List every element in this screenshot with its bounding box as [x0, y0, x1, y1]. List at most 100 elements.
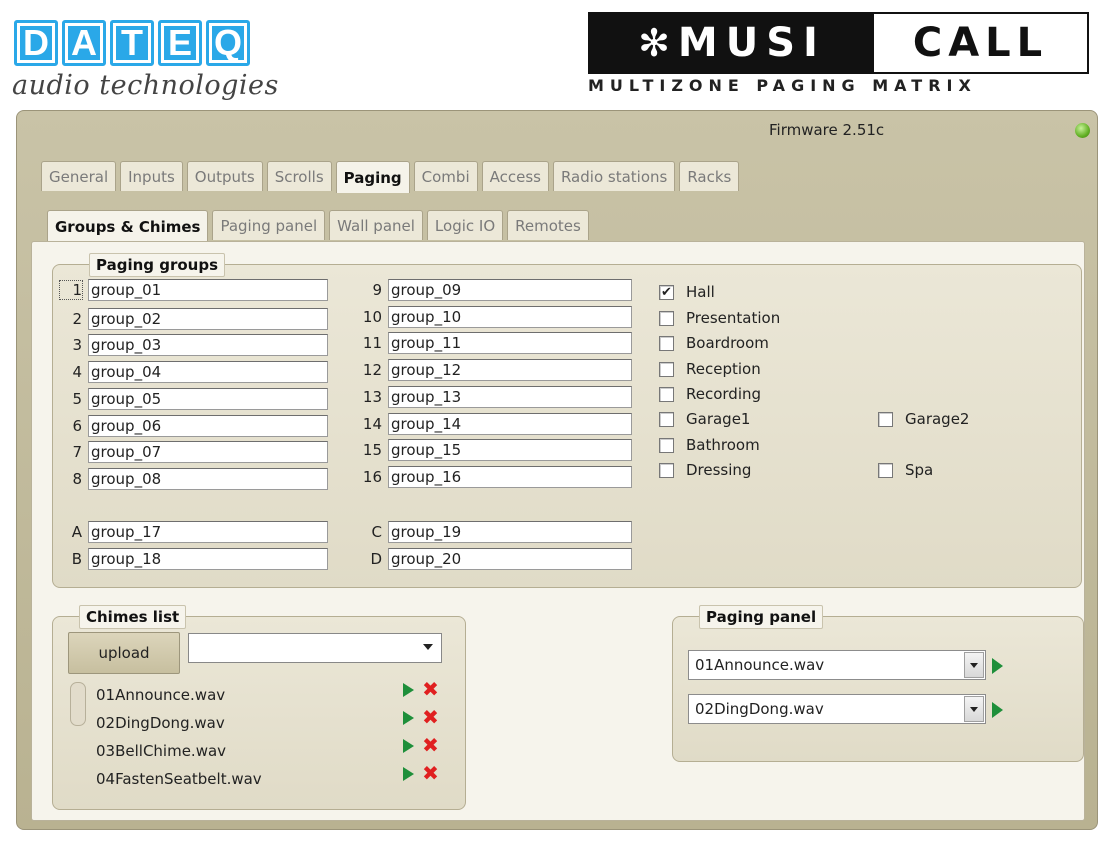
play-icon[interactable]	[403, 767, 414, 781]
firmware-version: Firmware 2.51c	[769, 121, 885, 139]
zone-checkbox-garage2[interactable]: Garage2	[878, 407, 969, 431]
chime-item[interactable]: 01Announce.wav	[96, 683, 225, 707]
group-name-input[interactable]	[88, 361, 328, 383]
group-index: 10	[362, 308, 382, 326]
group-name-input[interactable]	[388, 332, 632, 354]
paging-groups-legend: Paging groups	[89, 253, 226, 277]
zone-checkbox-presentation[interactable]: Presentation	[659, 306, 780, 330]
paging-panel-chime-select[interactable]: 01Announce.wav	[688, 650, 986, 680]
checkbox[interactable]	[659, 335, 674, 351]
group-name-input[interactable]	[88, 388, 328, 410]
group-index: C	[371, 523, 382, 541]
checkbox[interactable]	[659, 361, 674, 377]
checkbox[interactable]	[659, 386, 674, 402]
group-row: 16	[356, 465, 632, 489]
chime-item[interactable]: 03BellChime.wav	[96, 739, 226, 763]
play-icon[interactable]	[403, 683, 414, 697]
zone-checkbox-hall[interactable]: ✔ Hall	[659, 280, 715, 304]
chime-item[interactable]: 02DingDong.wav	[96, 711, 225, 735]
subtab-logic-io[interactable]: Logic IO	[426, 210, 504, 240]
group-name-input[interactable]	[88, 334, 328, 356]
play-icon[interactable]	[403, 711, 414, 725]
group-name-input[interactable]	[388, 386, 632, 408]
chevron-down-icon[interactable]	[964, 652, 984, 678]
group-row: 7	[60, 440, 328, 464]
brand-subtitle: audio technologies	[12, 70, 279, 101]
zone-checkbox-recording[interactable]: Recording	[659, 382, 761, 406]
zone-label: Hall	[686, 283, 715, 301]
chimes-scrollbar[interactable]	[70, 682, 86, 726]
zone-label: Recording	[686, 385, 762, 403]
checkbox[interactable]	[659, 437, 674, 453]
zone-checkbox-dressing[interactable]: Dressing	[659, 458, 751, 482]
dateq-logo: D A T E Q	[14, 20, 250, 66]
group-name-input[interactable]	[388, 306, 632, 328]
subtab-groups-chimes[interactable]: Groups & Chimes	[47, 210, 209, 242]
zone-checkbox-spa[interactable]: Spa	[878, 458, 933, 482]
main-tabbar: General Inputs Outputs Scrolls Paging Co…	[41, 161, 740, 193]
subtab-paging-panel[interactable]: Paging panel	[212, 210, 326, 240]
group-name-input[interactable]	[388, 413, 632, 435]
tab-paging[interactable]: Paging	[335, 161, 410, 193]
group-row: 14	[356, 412, 632, 436]
group-name-input[interactable]	[88, 441, 328, 463]
logo-letter: D	[14, 20, 58, 66]
group-name-input[interactable]	[388, 521, 632, 543]
group-row: 6	[60, 414, 328, 438]
tab-racks[interactable]: Racks	[679, 161, 740, 191]
play-icon[interactable]	[403, 739, 414, 753]
delete-icon[interactable]: ✖	[422, 679, 439, 699]
delete-icon[interactable]: ✖	[422, 735, 439, 755]
group-index: 8	[72, 470, 82, 488]
upload-button[interactable]: upload	[68, 632, 180, 674]
group-name-input[interactable]	[388, 279, 632, 301]
group-index: 7	[72, 443, 82, 461]
checkbox[interactable]	[659, 462, 674, 478]
delete-icon[interactable]: ✖	[422, 707, 439, 727]
checkbox[interactable]: ✔	[659, 284, 674, 300]
play-icon[interactable]	[992, 702, 1003, 718]
group-name-input[interactable]	[388, 359, 632, 381]
tab-scrolls[interactable]: Scrolls	[266, 161, 332, 191]
checkbox[interactable]	[659, 411, 674, 427]
group-name-input[interactable]	[388, 439, 632, 461]
tab-access[interactable]: Access	[481, 161, 549, 191]
group-name-input[interactable]	[88, 415, 328, 437]
zone-checkbox-reception[interactable]: Reception	[659, 357, 761, 381]
group-name-input[interactable]	[388, 466, 632, 488]
subtab-remotes[interactable]: Remotes	[507, 210, 589, 240]
tab-outputs[interactable]: Outputs	[186, 161, 263, 191]
delete-icon[interactable]: ✖	[422, 763, 439, 783]
group-row: 9	[356, 278, 632, 302]
zone-label: Spa	[905, 461, 934, 479]
zone-checkbox-boardroom[interactable]: Boardroom	[659, 331, 769, 355]
group-index: 11	[362, 334, 382, 352]
chime-file-select[interactable]	[188, 633, 442, 663]
group-name-input[interactable]	[388, 548, 632, 570]
tab-general[interactable]: General	[41, 161, 117, 191]
group-name-input[interactable]	[88, 548, 328, 570]
snowflake-icon: ✻	[638, 21, 670, 65]
tab-radio-stations[interactable]: Radio stations	[552, 161, 676, 191]
group-index: A	[71, 523, 82, 541]
checkbox[interactable]	[878, 411, 893, 427]
group-name-input[interactable]	[88, 521, 328, 543]
group-name-input[interactable]	[88, 279, 328, 301]
group-row: 3	[60, 333, 328, 357]
group-name-input[interactable]	[88, 468, 328, 490]
subtab-wall-panel[interactable]: Wall panel	[329, 210, 423, 240]
paging-panel-chime-select[interactable]: 02DingDong.wav	[688, 694, 986, 724]
zone-label: Garage1	[686, 410, 751, 428]
group-index: 5	[72, 390, 82, 408]
zone-checkbox-garage1[interactable]: Garage1	[659, 407, 750, 431]
zone-checkbox-bathroom[interactable]: Bathroom	[659, 433, 760, 457]
chime-item[interactable]: 04FastenSeatbelt.wav	[96, 767, 262, 791]
checkbox[interactable]	[878, 462, 893, 478]
tab-inputs[interactable]: Inputs	[120, 161, 183, 191]
play-icon[interactable]	[992, 658, 1003, 674]
product-subtitle: MULTIZONE PAGING MATRIX	[588, 76, 977, 95]
checkbox[interactable]	[659, 310, 674, 326]
tab-combi[interactable]: Combi	[413, 161, 478, 191]
chevron-down-icon[interactable]	[964, 696, 984, 722]
group-name-input[interactable]	[88, 308, 328, 330]
